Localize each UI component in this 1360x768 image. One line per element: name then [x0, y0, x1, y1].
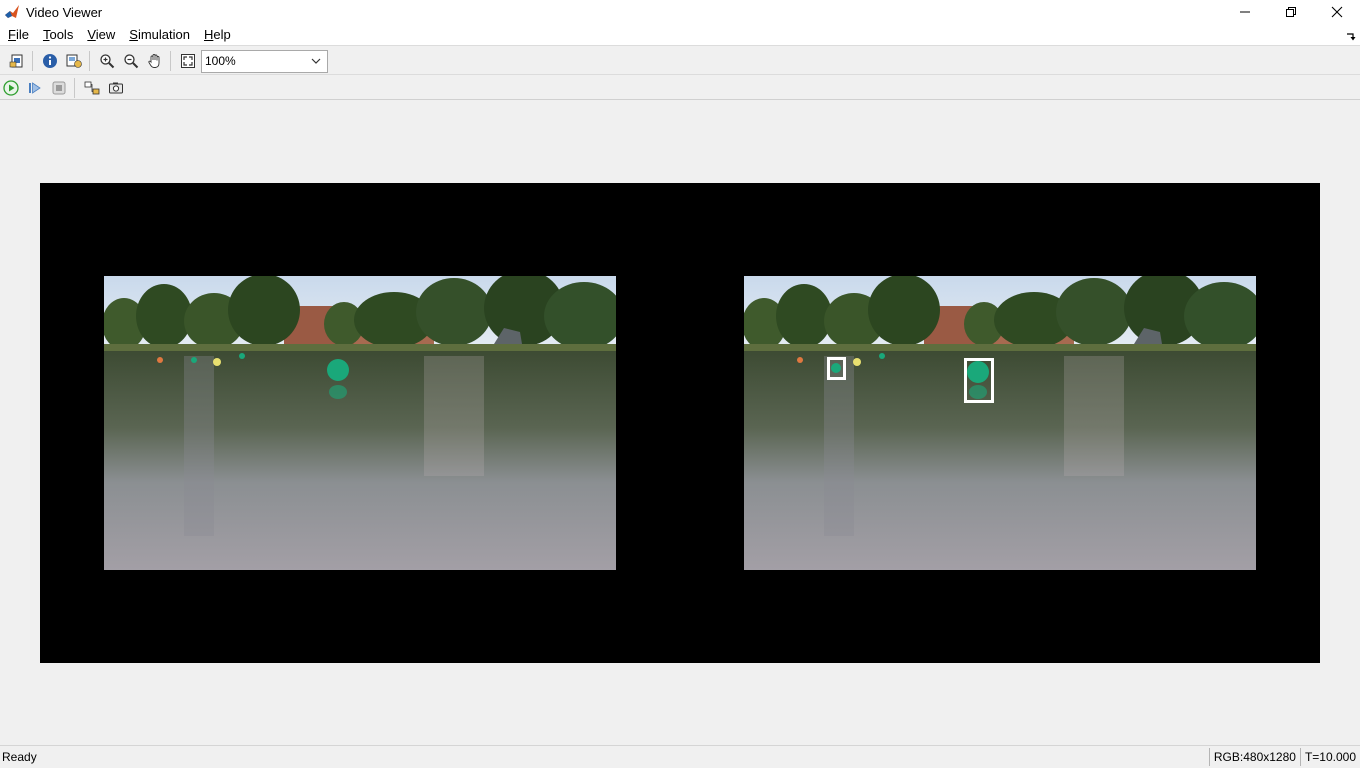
undock-arrow-icon[interactable]: [1346, 29, 1356, 41]
restore-button[interactable]: [1268, 0, 1314, 24]
playback-toolbar: [0, 76, 1360, 100]
print-to-figure-button[interactable]: [6, 50, 28, 72]
info-button[interactable]: [39, 50, 61, 72]
zoom-value: 100%: [205, 54, 236, 68]
print-to-figure-icon: [9, 54, 23, 68]
play-button[interactable]: [0, 77, 22, 99]
zoom-out-icon: [124, 54, 139, 69]
info-icon: [43, 54, 57, 68]
highlight-block-icon: [84, 81, 100, 94]
display-area: [0, 101, 1360, 744]
status-dimensions: RGB:480x1280: [1208, 748, 1300, 766]
video-canvas[interactable]: [40, 183, 1320, 663]
toolbar-separator: [170, 51, 171, 71]
minimize-icon: [1240, 11, 1250, 13]
toolbar-separator: [89, 51, 90, 71]
play-icon: [3, 79, 19, 96]
stop-button[interactable]: [48, 77, 70, 99]
zoom-in-button[interactable]: [96, 50, 118, 72]
zoom-out-button[interactable]: [120, 50, 142, 72]
toolbar-separator: [32, 51, 33, 71]
step-forward-icon: [29, 81, 41, 94]
video-info-icon: [66, 54, 82, 68]
main-toolbar: 100%: [0, 48, 1360, 75]
lake-scene-image: [744, 276, 1256, 570]
fit-to-view-button[interactable]: [177, 50, 199, 72]
chevron-down-icon: [311, 58, 321, 64]
menu-help[interactable]: Help: [198, 24, 237, 46]
zoom-dropdown[interactable]: 100%: [201, 49, 328, 73]
snapshot-icon: [109, 82, 123, 93]
highlight-block-button[interactable]: [81, 77, 103, 99]
video-frame-detections: [744, 276, 1256, 570]
pan-button[interactable]: [144, 50, 166, 72]
video-info-button[interactable]: [63, 50, 85, 72]
restore-icon: [1286, 7, 1296, 17]
close-button[interactable]: [1314, 0, 1360, 24]
minimize-button[interactable]: [1222, 0, 1268, 24]
video-frame-original: [104, 276, 616, 570]
close-icon: [1331, 6, 1343, 18]
menu-simulation[interactable]: Simulation: [123, 24, 196, 46]
detection-bounding-box: [964, 358, 994, 403]
window-title: Video Viewer: [26, 4, 103, 20]
menu-file[interactable]: File: [2, 24, 35, 46]
status-text: Ready: [2, 750, 37, 764]
title-bar: Video Viewer: [0, 0, 1360, 24]
step-forward-button[interactable]: [24, 77, 46, 99]
window-controls: [1222, 0, 1360, 24]
pan-hand-icon: [148, 54, 160, 68]
stop-icon: [52, 81, 66, 94]
lake-scene-image: [104, 276, 616, 570]
status-bar: Ready RGB:480x1280 T=10.000: [0, 745, 1360, 768]
menu-view[interactable]: View: [81, 24, 121, 46]
snapshot-button[interactable]: [105, 77, 127, 99]
fit-to-view-icon: [181, 54, 195, 68]
menu-tools[interactable]: Tools: [37, 24, 79, 46]
matlab-logo-icon: [4, 4, 20, 20]
zoom-in-icon: [100, 54, 115, 69]
status-time: T=10.000: [1299, 748, 1360, 766]
menu-bar: File Tools View Simulation Help: [0, 24, 1360, 46]
toolbar-separator: [74, 77, 75, 98]
detection-bounding-box: [827, 357, 846, 380]
